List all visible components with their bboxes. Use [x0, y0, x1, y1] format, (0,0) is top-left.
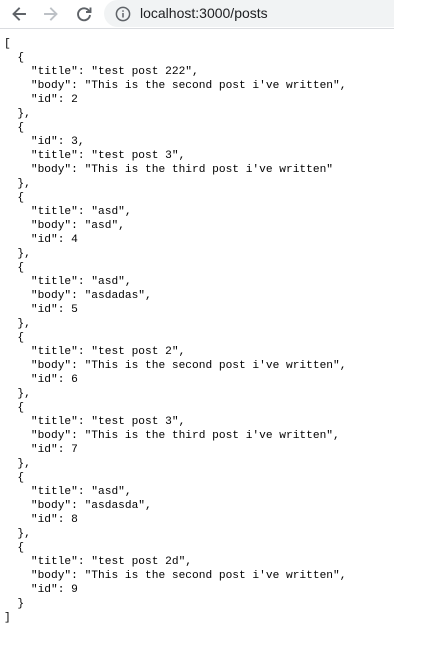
- json-key-id: "id": [30, 136, 58, 148]
- json-key-id: "id": [30, 514, 58, 526]
- json-value-title: "asd": [91, 276, 125, 288]
- json-key-title: "title": [30, 556, 78, 568]
- json-object: { "title": "asd", "body": "asd", "id": 4…: [17, 192, 132, 260]
- json-key-id: "id": [30, 584, 58, 596]
- json-key-body: "body": [30, 220, 72, 232]
- info-circle-icon[interactable]: [115, 6, 131, 22]
- json-key-body: "body": [30, 430, 72, 442]
- json-value-body: "asd": [84, 220, 119, 232]
- reload-icon: [77, 7, 92, 22]
- json-value-body: "asdasda": [84, 500, 146, 512]
- json-object: { "id": 3, "title": "test post 3", "body…: [17, 122, 333, 190]
- json-object: { "title": "asd", "body": "asdasda", "id…: [17, 472, 152, 540]
- json-value-title: "asd": [91, 486, 125, 498]
- url-text[interactable]: localhost:3000/posts: [140, 5, 268, 22]
- json-key-id: "id": [30, 444, 58, 456]
- json-key-title: "title": [30, 416, 78, 428]
- reload-button[interactable]: [72, 2, 96, 26]
- back-button[interactable]: [7, 2, 31, 26]
- forward-button[interactable]: [39, 2, 63, 26]
- json-key-id: "id": [30, 374, 58, 386]
- json-value-title: "test post 2": [91, 346, 179, 358]
- json-value-title: "test post 2d": [91, 556, 186, 568]
- json-key-title: "title": [30, 346, 78, 358]
- arrow-left-icon: [12, 7, 26, 21]
- json-value-body: "This is the third post i've written": [84, 164, 333, 176]
- json-key-title: "title": [30, 486, 78, 498]
- json-key-id: "id": [30, 234, 58, 246]
- json-object: { "title": "test post 222", "body": "Thi…: [17, 52, 347, 120]
- json-key-title: "title": [30, 206, 78, 218]
- json-value-id: 4: [71, 234, 78, 246]
- json-key-body: "body": [30, 360, 72, 372]
- json-value-id: 5: [71, 304, 78, 316]
- json-value-body: "This is the second post i've written": [84, 360, 340, 372]
- json-value-title: "test post 3": [91, 150, 179, 162]
- page-content: [ { "title": "test post 222", "body": "T…: [0, 37, 428, 654]
- json-key-body: "body": [30, 570, 72, 582]
- json-value-title: "test post 222": [91, 66, 193, 78]
- json-key-body: "body": [30, 80, 72, 92]
- json-key-body: "body": [30, 290, 72, 302]
- json-value-body: "This is the third post i've written": [84, 430, 333, 442]
- json-value-id: 7: [71, 444, 78, 456]
- json-value-id: 8: [71, 514, 78, 526]
- json-value-id: 2: [71, 94, 78, 106]
- json-text-view: [ { "title": "test post 222", "body": "T…: [4, 38, 347, 624]
- json-object: { "title": "test post 2d", "body": "This…: [17, 542, 347, 610]
- json-object: { "title": "test post 3", "body": "This …: [17, 402, 340, 470]
- toolbar-blank-area: [394, 0, 428, 29]
- json-value-id: 6: [71, 374, 78, 386]
- json-value-id: 3: [71, 136, 78, 148]
- json-value-title: "test post 3": [91, 416, 179, 428]
- json-value-body: "This is the second post i've written": [84, 80, 340, 92]
- json-object: { "title": "asd", "body": "asdadas", "id…: [17, 262, 152, 330]
- browser-toolbar: localhost:3000/posts: [0, 0, 394, 29]
- json-key-body: "body": [30, 500, 72, 512]
- json-value-title: "asd": [91, 206, 125, 218]
- json-key-body: "body": [30, 164, 72, 176]
- arrow-right-icon: [44, 7, 58, 21]
- json-object: { "title": "test post 2", "body": "This …: [17, 332, 347, 400]
- json-value-body: "This is the second post i've written": [84, 570, 340, 582]
- json-key-title: "title": [30, 276, 78, 288]
- json-key-title: "title": [30, 66, 78, 78]
- url-path: :3000/posts: [195, 5, 268, 21]
- json-key-title: "title": [30, 150, 78, 162]
- json-key-id: "id": [30, 304, 58, 316]
- address-bar[interactable]: localhost:3000/posts: [104, 0, 394, 27]
- json-value-id: 9: [71, 584, 78, 596]
- url-host: localhost: [140, 5, 196, 21]
- json-value-body: "asdadas": [84, 290, 146, 302]
- json-key-id: "id": [30, 94, 58, 106]
